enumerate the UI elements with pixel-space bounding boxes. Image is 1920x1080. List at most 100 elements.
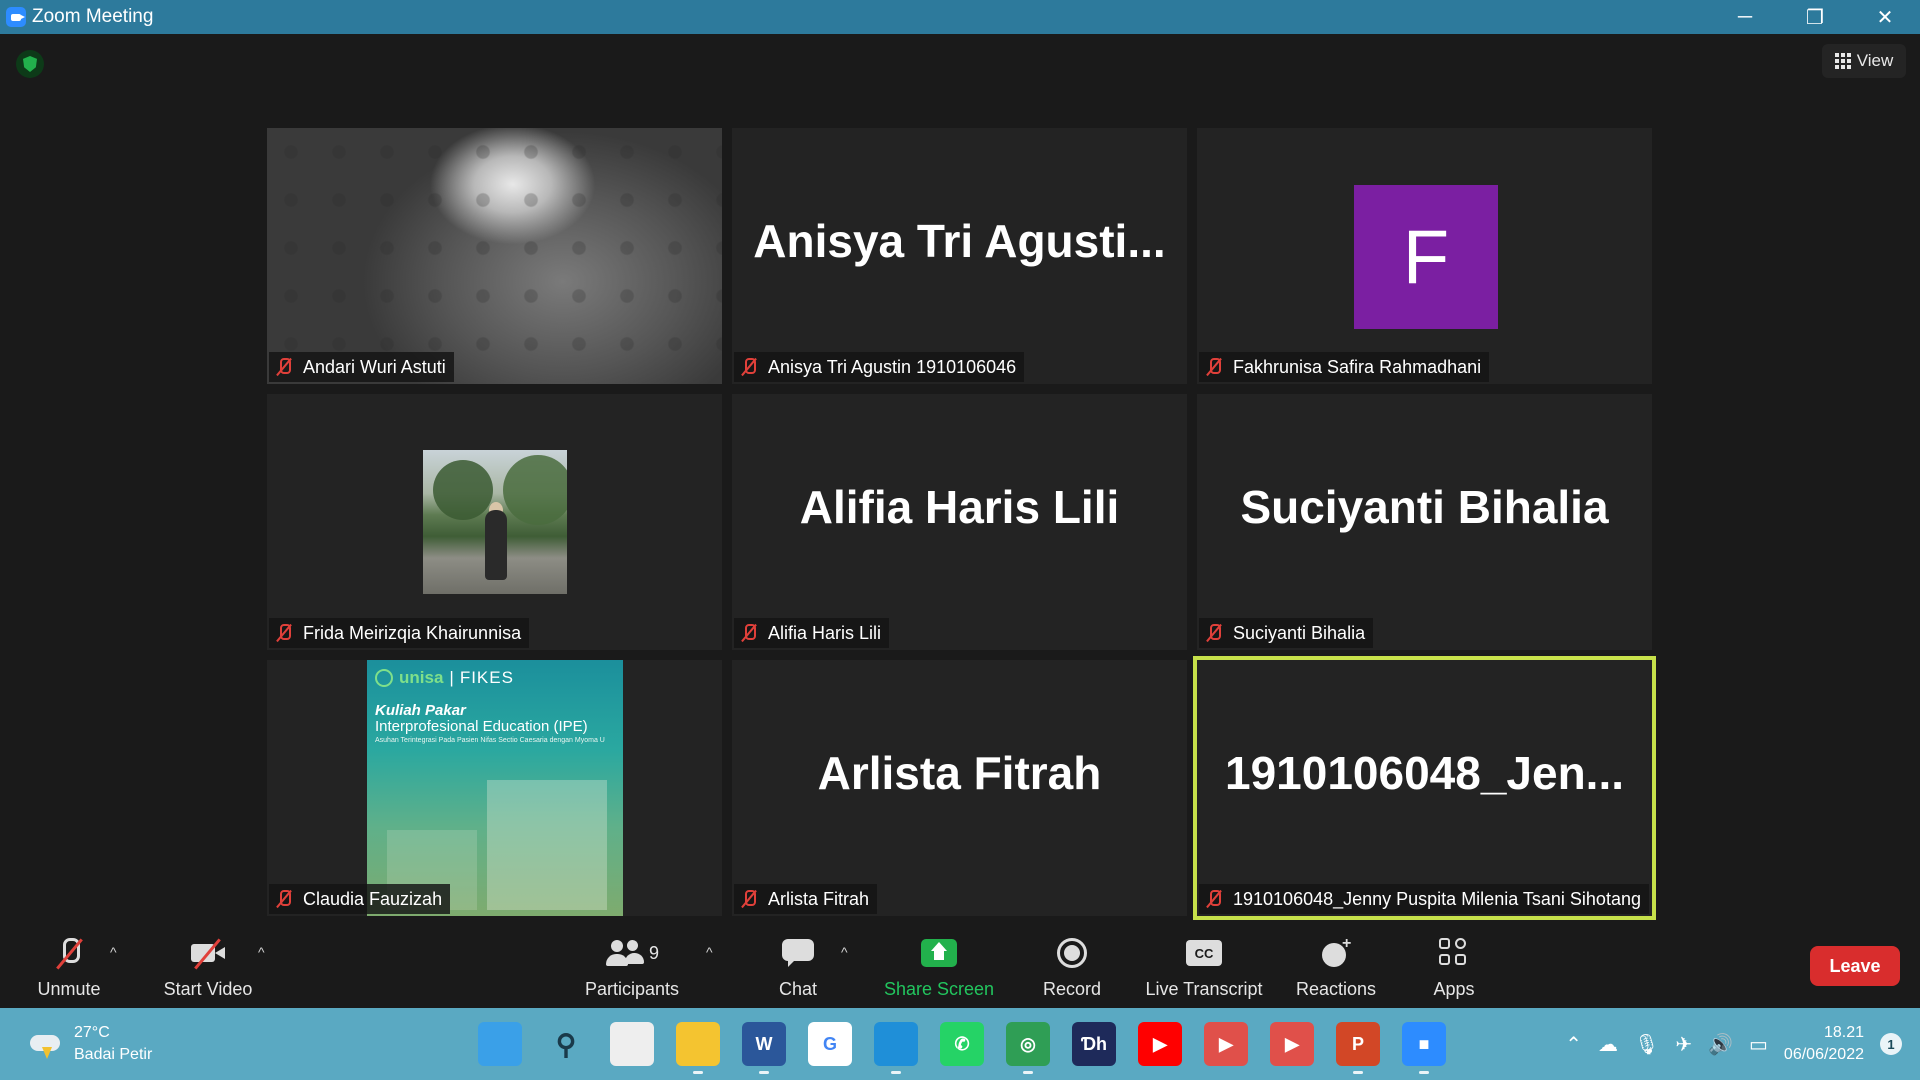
unmute-button[interactable]: Unmute bbox=[28, 926, 110, 1008]
battery-icon[interactable]: ▭ bbox=[1749, 1032, 1768, 1057]
running-indicator bbox=[1419, 1071, 1429, 1074]
slide-logo-separator: | bbox=[449, 668, 454, 687]
participant-name: Anisya Tri Agustin 1910106046 bbox=[768, 356, 1017, 377]
powerpoint-taskbar-icon[interactable]: P bbox=[1336, 1022, 1380, 1074]
record-button[interactable]: Record bbox=[1032, 926, 1112, 1008]
start-video-button[interactable]: Start Video bbox=[158, 926, 258, 1008]
slide-building-image bbox=[487, 780, 607, 910]
reactions-label: Reactions bbox=[1295, 979, 1377, 999]
edge-taskbar-icon[interactable] bbox=[874, 1022, 918, 1074]
university-logo-icon bbox=[375, 669, 393, 687]
slide-faculty: FIKES bbox=[459, 668, 514, 687]
microphone-icon[interactable]: 🎙 bbox=[1634, 1032, 1659, 1057]
participant-name-label: Suciyanti Bihalia bbox=[1199, 618, 1374, 648]
live-transcript-label: Live Transcript bbox=[1145, 979, 1263, 999]
participants-label: Participants bbox=[584, 979, 680, 999]
mic-muted-icon bbox=[1205, 623, 1223, 643]
running-indicator bbox=[891, 1071, 901, 1074]
participants-button[interactable]: 9 Participants bbox=[580, 926, 684, 1008]
minimize-button[interactable]: ─ bbox=[1710, 0, 1780, 34]
mic-muted-icon bbox=[275, 889, 293, 909]
participant-avatar: F bbox=[1354, 185, 1498, 329]
participants-options-caret[interactable]: ^ bbox=[706, 944, 713, 960]
player-2-glyph: ▶ bbox=[1285, 1033, 1299, 1054]
audio-options-caret[interactable]: ^ bbox=[110, 944, 117, 960]
video-tile[interactable]: Suciyanti Bihalia Suciyanti Bihalia bbox=[1197, 394, 1652, 650]
chat-button[interactable]: Chat bbox=[768, 926, 828, 1008]
active-speaker-tile[interactable]: 1910106048_Jen... 1910106048_Jenny Puspi… bbox=[1193, 656, 1656, 920]
view-button[interactable]: View bbox=[1822, 44, 1906, 78]
google-taskbar-icon[interactable]: G bbox=[808, 1022, 852, 1066]
shield-check-icon[interactable] bbox=[16, 50, 44, 78]
participant-display-name: 1910106048_Jen... bbox=[1224, 747, 1625, 799]
start-video-label: Start Video bbox=[163, 979, 253, 999]
chevron-up-icon[interactable]: ⌃ bbox=[1565, 1032, 1582, 1057]
restore-button[interactable]: ❐ bbox=[1780, 0, 1850, 34]
close-button[interactable]: ✕ bbox=[1850, 0, 1920, 34]
mic-muted-icon bbox=[1205, 357, 1223, 377]
participant-name: Andari Wuri Astuti bbox=[303, 356, 446, 377]
volume-icon[interactable]: 🔊 bbox=[1708, 1032, 1733, 1057]
search-taskbar-icon[interactable]: ⚲ bbox=[544, 1022, 588, 1066]
zoom-taskbar-icon[interactable]: ■ bbox=[1402, 1022, 1446, 1074]
leave-button[interactable]: Leave bbox=[1810, 946, 1900, 986]
zoom-app-icon bbox=[6, 7, 26, 27]
powerpoint-glyph: P bbox=[1351, 1033, 1364, 1054]
video-tile[interactable]: Andari Wuri Astuti bbox=[267, 128, 722, 384]
search-glyph: ⚲ bbox=[555, 1028, 577, 1060]
system-tray: ⌃ ☁ 🎙 ✈ 🔊 ▭ 18.21 06/06/2022 1 bbox=[1565, 1022, 1902, 1066]
participant-name-label: 1910106048_Jenny Puspita Milenia Tsani S… bbox=[1199, 884, 1649, 914]
youtube-taskbar-icon[interactable]: ▶ bbox=[1138, 1022, 1182, 1066]
reactions-button[interactable]: + Reactions bbox=[1290, 926, 1382, 1008]
zoom-glyph: ■ bbox=[1418, 1033, 1430, 1054]
chat-options-caret[interactable]: ^ bbox=[841, 944, 848, 960]
system-clock[interactable]: 18.21 06/06/2022 bbox=[1784, 1022, 1864, 1066]
participant-display-name: Alifia Haris Lili bbox=[799, 481, 1120, 533]
task-view-taskbar-icon[interactable] bbox=[610, 1022, 654, 1066]
weather-temperature: 27°C bbox=[74, 1024, 110, 1041]
participant-profile-photo bbox=[423, 450, 567, 594]
running-indicator bbox=[1023, 1071, 1033, 1074]
onedrive-cloud-icon[interactable]: ☁ bbox=[1598, 1032, 1618, 1057]
apps-button[interactable]: Apps bbox=[1424, 926, 1484, 1008]
player-2-taskbar-icon[interactable]: ▶ bbox=[1270, 1022, 1314, 1066]
video-tile[interactable]: Arlista Fitrah Arlista Fitrah bbox=[732, 660, 1187, 916]
participant-name-label: Anisya Tri Agustin 1910106046 bbox=[734, 352, 1025, 382]
whatsapp-taskbar-icon[interactable]: ✆ bbox=[940, 1022, 984, 1066]
weather-widget[interactable]: 27°C Badai Petir bbox=[28, 1022, 152, 1066]
apps-label: Apps bbox=[1433, 979, 1475, 999]
video-tile[interactable]: Alifia Haris Lili Alifia Haris Lili bbox=[732, 394, 1187, 650]
apps-icon bbox=[1439, 938, 1469, 968]
participant-name: Suciyanti Bihalia bbox=[1233, 622, 1366, 643]
clock-date: 06/06/2022 bbox=[1783, 1046, 1864, 1063]
slide-title-line2: Interprofesional Education (IPE) bbox=[375, 718, 588, 735]
share-screen-button[interactable]: Share Screen bbox=[880, 926, 998, 1008]
dh-taskbar-icon[interactable]: Ɗh bbox=[1072, 1022, 1116, 1066]
mic-muted-icon bbox=[275, 623, 293, 643]
youtube-glyph: ▶ bbox=[1153, 1033, 1167, 1054]
word-taskbar-icon[interactable]: W bbox=[742, 1022, 786, 1074]
video-tile[interactable]: unisa | FIKES Kuliah Pakar Interprofesio… bbox=[267, 660, 722, 916]
participant-name-label: Claudia Fauzizah bbox=[269, 884, 451, 914]
reactions-icon: + bbox=[1320, 935, 1352, 969]
thunderstorm-icon bbox=[28, 1029, 64, 1059]
running-indicator bbox=[759, 1071, 769, 1074]
mic-muted-icon bbox=[740, 357, 758, 377]
participant-name: Frida Meirizqia Khairunnisa bbox=[303, 622, 522, 643]
weather-description: Badai Petir bbox=[74, 1046, 153, 1063]
video-options-caret[interactable]: ^ bbox=[258, 944, 265, 960]
notification-badge[interactable]: 1 bbox=[1880, 1033, 1902, 1055]
start-taskbar-icon[interactable] bbox=[478, 1022, 522, 1066]
video-tile[interactable]: Anisya Tri Agusti... Anisya Tri Agustin … bbox=[732, 128, 1187, 384]
file-explorer-taskbar-icon[interactable] bbox=[676, 1022, 720, 1074]
video-tile[interactable]: F Fakhrunisa Safira Rahmadhani bbox=[1197, 128, 1652, 384]
participant-name: Alifia Haris Lili bbox=[768, 622, 882, 643]
participant-name-label: Alifia Haris Lili bbox=[734, 618, 890, 648]
airplane-mode-icon[interactable]: ✈ bbox=[1675, 1032, 1692, 1057]
video-tile[interactable]: Frida Meirizqia Khairunnisa bbox=[267, 394, 722, 650]
dh-glyph: Ɗh bbox=[1080, 1033, 1108, 1054]
closed-caption-icon: CC bbox=[1186, 940, 1222, 966]
live-transcript-button[interactable]: CC Live Transcript bbox=[1140, 926, 1268, 1008]
app-green-taskbar-icon[interactable]: ◎ bbox=[1006, 1022, 1050, 1074]
player-1-taskbar-icon[interactable]: ▶ bbox=[1204, 1022, 1248, 1066]
